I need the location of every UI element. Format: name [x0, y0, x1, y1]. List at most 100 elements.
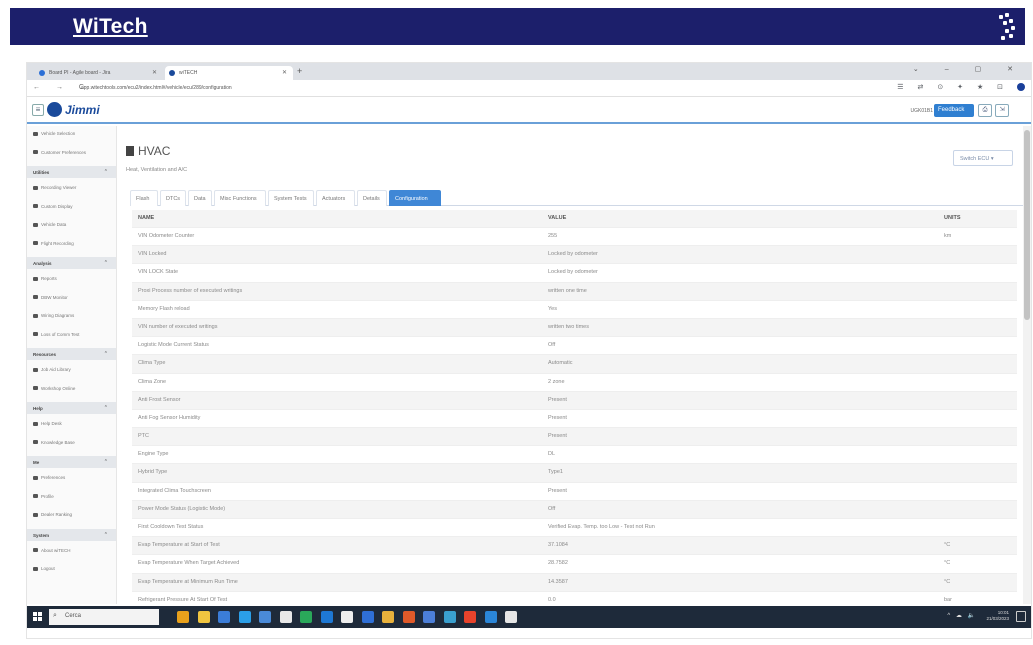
taskbar-search-input[interactable]: ⌕ Cerca	[49, 609, 159, 625]
sidebar-item-preferences[interactable]: Preferences	[33, 475, 65, 480]
tab-flash[interactable]: Flash	[130, 190, 158, 206]
taskbar-app-icon[interactable]	[279, 611, 292, 623]
table-row[interactable]: Logistic Mode Current Status Off	[132, 337, 1017, 356]
print-icon[interactable]: ⎙	[978, 104, 992, 117]
sidebar-item-reports[interactable]: Reports	[33, 276, 57, 281]
url-field[interactable]: app.witechtools.com/ecu2/index.html#/veh…	[81, 85, 232, 91]
vertical-scrollbar[interactable]	[1023, 126, 1031, 604]
sidebar-item-profile[interactable]: Profile	[33, 494, 54, 499]
tab-system-tests[interactable]: System Tests	[268, 190, 314, 206]
cell-name: VIN number of executed writings	[138, 323, 218, 330]
sidebar-item-wiring-diagrams[interactable]: Wiring Diagrams	[33, 313, 74, 318]
table-row[interactable]: Proxi Process number of executed writing…	[132, 282, 1017, 301]
tab-misc-functions[interactable]: Misc Functions	[214, 190, 266, 206]
table-row[interactable]: Anti Fog Sensor Humidity Present	[132, 410, 1017, 429]
sidebar-item-workshop-online[interactable]: Workshop Online	[33, 386, 75, 391]
taskbar-app-icon[interactable]	[382, 611, 394, 623]
sidebar-section-utilities[interactable]: Utilities ⌃	[27, 166, 116, 178]
sidebar-item-loss-of-comm-test[interactable]: Loss of Comm Test	[33, 332, 79, 337]
sidebar-item-flight-recording[interactable]: Flight Recording	[33, 241, 74, 246]
sidebar-section-label: Resources	[33, 352, 57, 357]
close-icon[interactable]: ✕	[152, 69, 157, 76]
table-row[interactable]: Clima Type Automatic	[132, 355, 1017, 374]
browser-tab-jira[interactable]: Board PI - Agile board - Jira ✕	[35, 66, 163, 80]
taskbar-app-icon[interactable]	[177, 611, 189, 623]
sidebar-section-analysis[interactable]: Analysis ⌃	[27, 257, 116, 269]
cell-name: VIN LOCK State	[138, 269, 179, 276]
notification-icon[interactable]	[1016, 611, 1026, 622]
extension-icons[interactable]: ☰ ⇄ ⊙ ✦ ★ ⊡	[897, 83, 1025, 92]
new-tab-button[interactable]: +	[297, 66, 302, 76]
sidebar-item-about-witech[interactable]: About wiTECH	[33, 548, 71, 553]
table-row[interactable]: Anti Frost Sensor Present	[132, 391, 1017, 410]
table-row[interactable]: VIN Locked Locked by odometer	[132, 246, 1017, 265]
taskbar-app-icon[interactable]	[238, 611, 251, 623]
sidebar-item-custom-display[interactable]: Custom Display	[33, 204, 73, 209]
sidebar-item-knowledge-base[interactable]: Knowledge Base	[33, 440, 75, 445]
sidebar-item-recording-viewer[interactable]: Recording Viewer	[33, 185, 76, 190]
taskbar-app-icon[interactable]	[484, 611, 497, 623]
table-row[interactable]: Memory Flash reload Yes	[132, 301, 1017, 319]
cell-value: Verified Evap. Temp. too Low - Test not …	[548, 524, 655, 530]
table-row[interactable]: PTC Present	[132, 428, 1017, 447]
system-tray-icons[interactable]: ^ ☁ 🔈	[947, 612, 977, 619]
taskbar-app-icon[interactable]	[197, 611, 210, 623]
table-row[interactable]: Evap Temperature at Minimum Run Time 14.3…	[132, 573, 1017, 592]
taskbar-app-icon[interactable]	[423, 611, 435, 623]
switch-ecu-button[interactable]: Switch ECU ▾	[953, 150, 1013, 166]
profile-avatar[interactable]	[1017, 83, 1025, 92]
taskbar-clock[interactable]: 10:01 21/03/2023	[986, 610, 1009, 622]
tab-dtcs[interactable]: DTCs	[160, 190, 186, 206]
table-row[interactable]: VIN LOCK State Locked by odometer	[132, 264, 1017, 283]
sidebar-section-me[interactable]: Me ⌃	[27, 456, 116, 468]
sidebar-item-dealer-ranking[interactable]: Dealer Ranking	[33, 512, 72, 517]
main-panel: HVAC Heat, Ventilation and A/C Switch EC…	[121, 126, 1030, 610]
table-row[interactable]: Evap Temperature When Target Achieved 28.…	[132, 555, 1017, 574]
expand-icon[interactable]: ⇲	[995, 104, 1009, 117]
close-icon[interactable]: ✕	[282, 69, 287, 76]
sidebar-section-resources[interactable]: Resources ⌃	[27, 348, 116, 360]
browser-tab-witech[interactable]: wiTECH ✕	[165, 66, 293, 80]
sidebar-item-job-aid-library[interactable]: Job Aid Library	[33, 367, 71, 372]
tab-configuration[interactable]: Configuration	[389, 190, 441, 206]
table-row[interactable]: Hybrid Type Type1	[132, 464, 1017, 483]
window-controls[interactable]: ⌄ – ▢ ✕	[913, 65, 1025, 73]
sidebar-item-vehicle-selection[interactable]: Vehicle Selection	[33, 131, 75, 136]
scrollbar-thumb[interactable]	[1024, 130, 1030, 320]
sidebar-section-system[interactable]: System ⌃	[27, 528, 116, 541]
browser-tab-label: wiTECH	[179, 70, 198, 76]
taskbar-app-icon[interactable]	[464, 611, 476, 623]
table-row[interactable]: Evap Temperature at Start of Test 37.1084…	[132, 537, 1017, 556]
taskbar-app-icon[interactable]	[300, 611, 312, 623]
sidebar-item-help-desk[interactable]: Help Desk	[33, 421, 62, 426]
table-row[interactable]: Power Mode Status (Logistic Mode) Off	[132, 500, 1017, 519]
browser-tab-label: Board PI - Agile board - Jira	[49, 70, 111, 76]
sidebar-section-help[interactable]: Help ⌃	[27, 402, 116, 414]
taskbar-app-icon[interactable]	[320, 611, 333, 623]
windows-start-icon[interactable]	[33, 612, 43, 622]
tab-actuators[interactable]: Actuators	[316, 190, 355, 206]
sidebar-item-icon	[33, 313, 38, 318]
sidebar-item-vehicle-data[interactable]: Vehicle Data	[33, 222, 66, 227]
taskbar-app-icon[interactable]	[259, 611, 271, 623]
table-row[interactable]: VIN number of executed writings written t…	[132, 318, 1017, 338]
sidebar-item-logout[interactable]: Logout	[33, 566, 55, 571]
taskbar-app-icon[interactable]	[505, 611, 517, 623]
taskbar-app-icon[interactable]	[218, 611, 230, 623]
taskbar-app-icon[interactable]	[402, 611, 415, 623]
taskbar-app-icon[interactable]	[341, 611, 353, 623]
table-row[interactable]: Integrated Clima Touchscreen Present	[132, 483, 1017, 501]
tab-data[interactable]: Data	[188, 190, 212, 206]
table-row[interactable]: First Cooldown Test Status Verified Evap.…	[132, 519, 1017, 538]
extensions-icon[interactable]: ☰ ⇄ ⊙ ✦ ★ ⊡	[897, 84, 1009, 91]
sidebar-item-dbw-monitor[interactable]: DBW Monitor	[33, 295, 68, 300]
taskbar-app-icon[interactable]	[443, 611, 456, 623]
tab-details[interactable]: Details	[357, 190, 387, 206]
table-row[interactable]: VIN Odometer Counter 255 km	[132, 228, 1017, 247]
taskbar-app-icon[interactable]	[361, 611, 374, 623]
table-row[interactable]: Clima Zone 2 zone	[132, 374, 1017, 392]
menu-toggle-button[interactable]: ≡	[32, 104, 44, 116]
sidebar-item-customer-preferences[interactable]: Customer Preferences	[33, 150, 86, 155]
feedback-button[interactable]: Feedback	[934, 104, 974, 117]
table-row[interactable]: Engine Type DL	[132, 446, 1017, 465]
